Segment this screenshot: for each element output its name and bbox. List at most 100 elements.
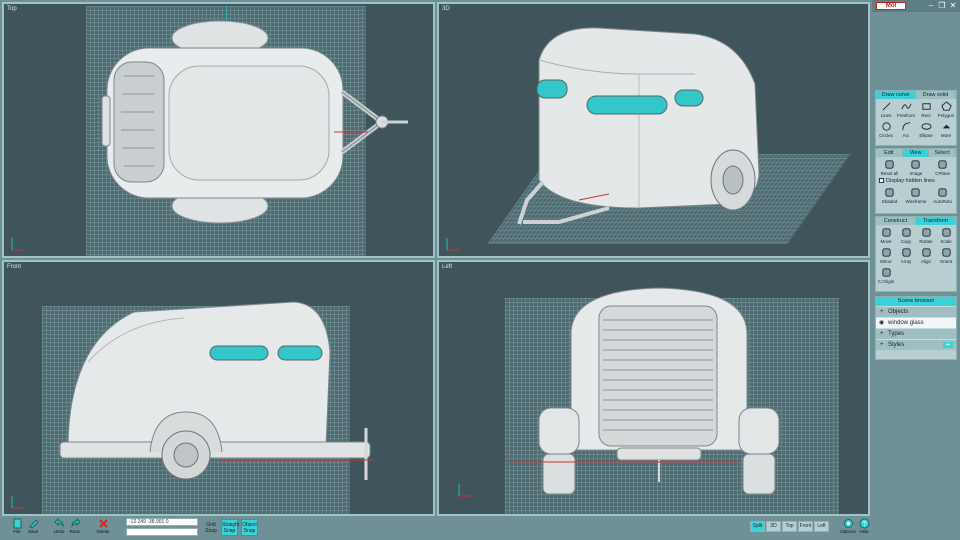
arrow-right-icon[interactable]: ➔ [943, 342, 953, 348]
tool-circles-button[interactable]: Circles [876, 119, 896, 139]
tab-view[interactable]: View [902, 149, 930, 157]
redo-button[interactable]: Redo [66, 518, 84, 534]
scale-icon [941, 228, 951, 237]
view-tools: Reset all Image CPlane [876, 157, 956, 177]
scene-types-row[interactable]: + Types [876, 328, 956, 339]
tab-edit[interactable]: Edit [876, 149, 903, 157]
tool-reset-all-button[interactable]: Reset all [876, 157, 903, 177]
transform-section: Construct Transform Move Copy Rotate Scale M… [875, 216, 957, 292]
tab-transform[interactable]: Transform [916, 217, 956, 225]
arc-icon [901, 122, 910, 131]
trailer-left-view [509, 287, 780, 495]
tab-draw-solid[interactable]: Draw solid [916, 91, 956, 99]
tool-wireframe-button[interactable]: Wireframe [903, 185, 930, 205]
scene-styles-label: Styles [888, 342, 905, 348]
tool-label: Image [909, 171, 923, 176]
viewport-left[interactable]: Left [437, 260, 870, 516]
tool-scale-button[interactable]: Scale [936, 225, 956, 245]
display-hidden-lines-checkbox[interactable]: Display hidden lines [876, 177, 956, 185]
trailer-3d-view [517, 27, 760, 225]
viewport-label: 3D [442, 6, 450, 12]
tool-label: AutoRoto [933, 199, 953, 204]
undo-label: Undo [53, 529, 65, 534]
scene-browser-title[interactable]: Scene browser [876, 297, 956, 306]
save-icon [28, 519, 39, 529]
viewport-top[interactable]: Top [2, 2, 435, 258]
tab-construct[interactable]: Construct [876, 217, 916, 225]
trailer-top-view [101, 20, 408, 224]
tab-select[interactable]: Select [929, 149, 957, 157]
view-tabs: Edit View Select [876, 149, 957, 157]
shaded-icon [885, 188, 894, 197]
reset-all-icon [885, 160, 894, 169]
tool-freeform-button[interactable]: Freeform [896, 99, 916, 119]
polygon-icon [940, 101, 952, 111]
view-button-left[interactable]: Left [814, 521, 829, 532]
scene-styles-row[interactable]: + Styles ➔ [876, 339, 956, 350]
options-icon [843, 519, 853, 528]
close-icon[interactable]: ✕ [948, 1, 958, 11]
tool-polygon-button[interactable]: Polygon [936, 99, 956, 119]
view-button-front[interactable]: Front [798, 521, 813, 532]
tab-draw-curve[interactable]: Draw curve [876, 91, 916, 99]
delete-label: Delete [96, 529, 110, 534]
scene-item-label: window glass [888, 320, 924, 326]
tool-label: Move [880, 239, 892, 244]
tool-label: More [940, 133, 952, 138]
tool-label: C.Origin [877, 279, 895, 284]
tool-lines-button[interactable]: Lines [876, 99, 896, 119]
tool-autoroto-button[interactable]: AutoRoto [929, 185, 956, 205]
tool-rotate-button[interactable]: Rotate [916, 225, 936, 245]
tool-label: Array [900, 259, 912, 264]
tool-c-origin-button[interactable]: C.Origin [876, 265, 896, 285]
minimize-icon[interactable]: – [926, 1, 936, 11]
freeform-icon [900, 103, 912, 110]
grid-snap-label[interactable]: Grid Snap [204, 522, 218, 534]
tool-ellipse-button[interactable]: Ellipse [916, 119, 936, 139]
plus-icon: + [880, 342, 884, 348]
tool-cplane-button[interactable]: CPlane [929, 157, 956, 177]
axis-gizmo-icon [11, 238, 24, 251]
view-button-3d[interactable]: 3D [766, 521, 781, 532]
scene-item-window-glass[interactable]: ◉ window glass [876, 317, 956, 328]
view-button-split[interactable]: Split [750, 521, 765, 532]
viewport-label: Left [442, 264, 453, 270]
viewport-3d[interactable]: 3D [437, 2, 870, 258]
draw-tabs: Draw curve Draw solid [876, 91, 956, 99]
help-button[interactable]: ? Help [855, 518, 873, 534]
object-snap-button[interactable]: Object Snap [241, 519, 258, 536]
tool-mirror-button[interactable]: Mirror [876, 245, 896, 265]
delete-button[interactable]: Delete [94, 518, 112, 534]
app-logo: MoI [876, 2, 906, 10]
viewport-front[interactable]: Front [2, 260, 435, 516]
draw-section: Draw curve Draw solid Lines Freeform Rect P… [875, 90, 957, 146]
tool-label: Lines [880, 113, 892, 118]
tool-image-button[interactable]: Image [903, 157, 930, 177]
tool-move-button[interactable]: Move [876, 225, 896, 245]
tool-align-button[interactable]: Align [916, 245, 936, 265]
rect-icon [921, 103, 931, 110]
view-button-top[interactable]: Top [782, 521, 797, 532]
tool-array-button[interactable]: Array [896, 245, 916, 265]
tool-shaded-button[interactable]: Shaded [876, 185, 903, 205]
array-icon [901, 248, 911, 257]
coordinate-input[interactable]: -12.249 -38.901 0 [126, 518, 198, 526]
tool-orient-button[interactable]: Orient [936, 245, 956, 265]
save-button[interactable]: Save [24, 518, 42, 534]
distance-input[interactable] [126, 528, 198, 536]
tool-label: Mirror [880, 259, 892, 264]
checkbox-icon[interactable] [879, 178, 884, 183]
scene-objects-row[interactable]: + Objects [876, 306, 956, 317]
tool-label: Align [920, 259, 931, 264]
tool-label: Copy [900, 239, 912, 244]
straight-snap-button[interactable]: Straight Snap [221, 519, 239, 536]
copy-icon [901, 228, 911, 237]
restore-icon[interactable]: ❐ [937, 1, 947, 11]
tool-rect-button[interactable]: Rect [916, 99, 936, 119]
tool-arc-button[interactable]: Arc [896, 119, 916, 139]
tool-more-button[interactable]: More [936, 119, 956, 139]
image-icon [911, 160, 921, 169]
tool-copy-button[interactable]: Copy [896, 225, 916, 245]
rotate-icon [921, 228, 931, 237]
viewport-label: Front [7, 264, 22, 270]
